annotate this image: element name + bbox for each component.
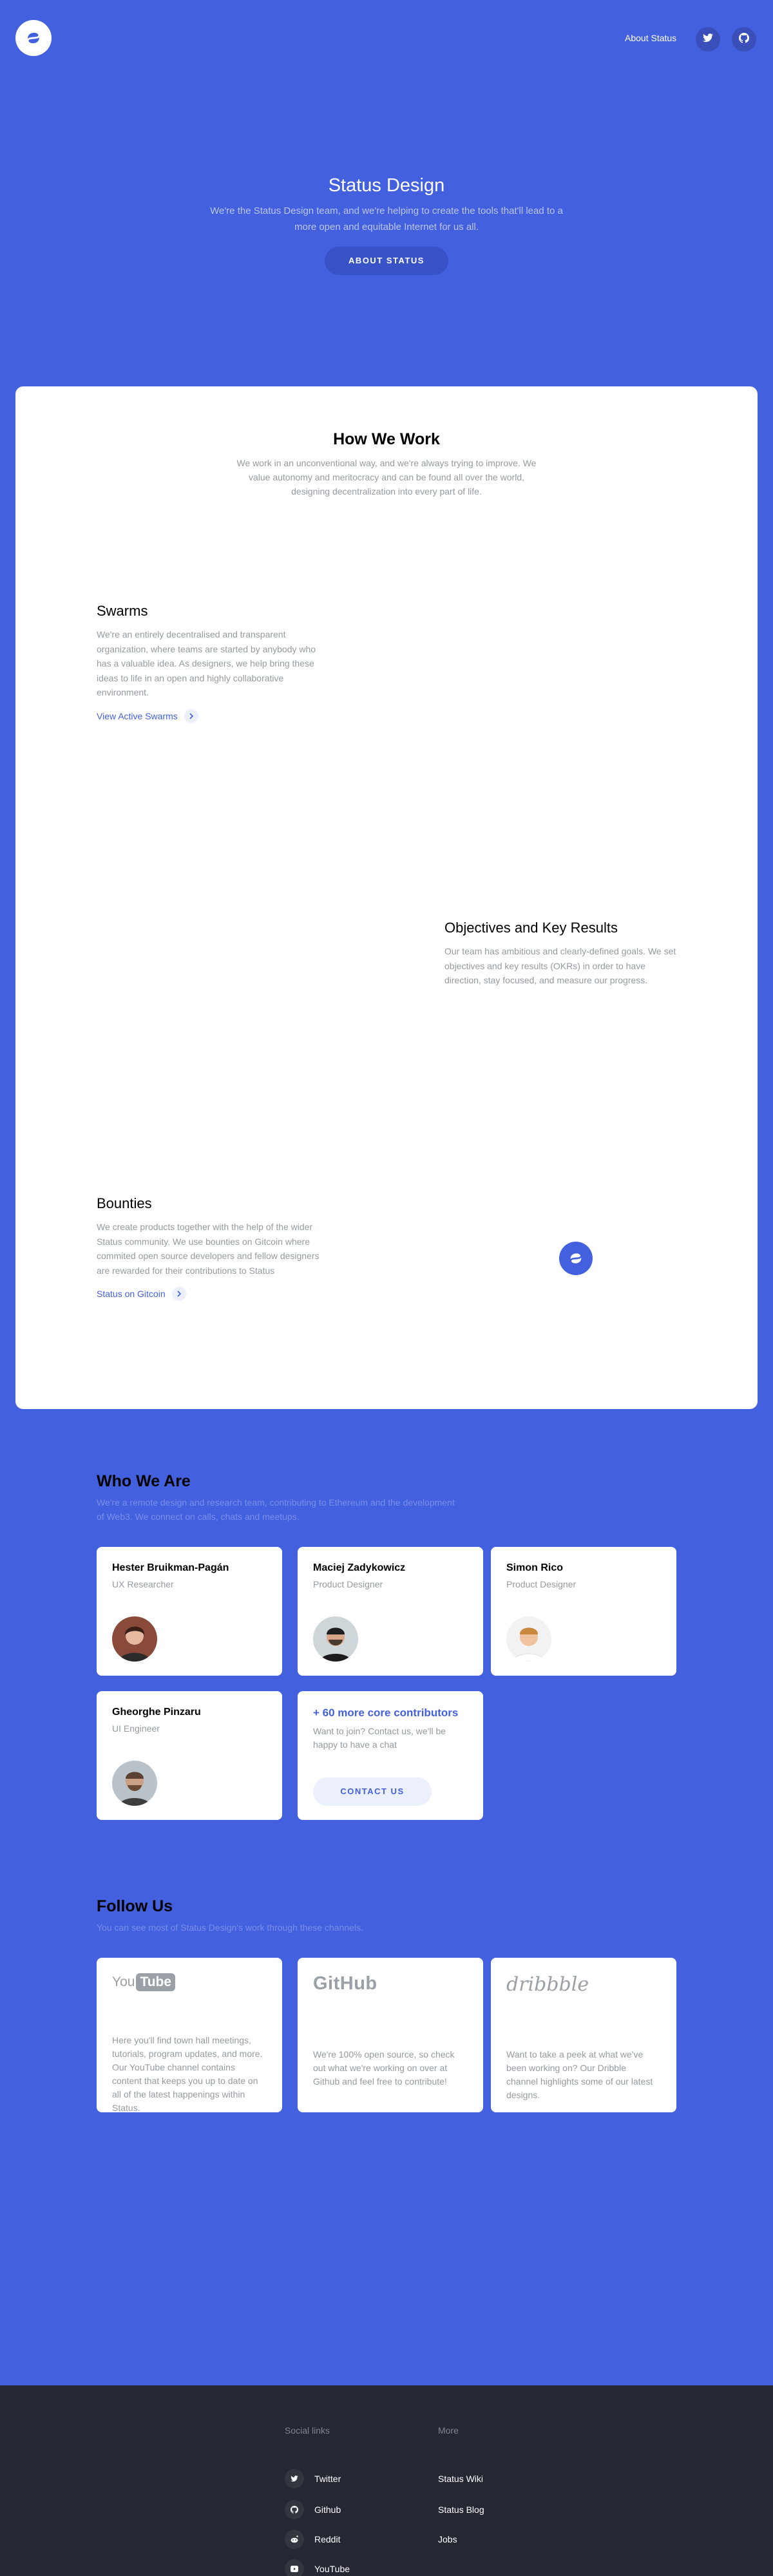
team-member-card: Simon Rico Product Designer <box>491 1547 676 1676</box>
footer-status-wiki-link[interactable]: Status Wiki <box>438 2474 483 2484</box>
chevron-right-icon <box>171 1287 186 1301</box>
youtube-card[interactable]: You Tube Here you'll find town hall meeti… <box>97 1958 282 2113</box>
follow-us-subtitle: You can see most of Status Design's work… <box>97 1922 363 1933</box>
member-role: Product Designer <box>313 1579 383 1589</box>
team-member-card: Gheorghe Pinzaru UI Engineer <box>97 1691 282 1820</box>
about-status-button[interactable]: ABOUT STATUS <box>325 247 448 275</box>
footer-social-title: Social links <box>285 2425 330 2436</box>
feature-swarms: Swarms We're an entirely decentralised a… <box>97 603 329 723</box>
feature-title: Objectives and Key Results <box>444 920 618 936</box>
avatar <box>112 1761 157 1806</box>
footer-status-blog-link[interactable]: Status Blog <box>438 2505 484 2515</box>
hero-title: Status Design <box>328 175 445 196</box>
link-label: Status on Gitcoin <box>97 1289 166 1299</box>
footer-link-label: YouTube <box>314 2564 350 2574</box>
github-logo: GitHub <box>313 1973 377 1994</box>
how-we-work-subtitle: We work in an unconventional way, and we… <box>236 458 537 497</box>
member-role: UI Engineer <box>112 1723 160 1734</box>
feature-bounties: Bounties We create products together wit… <box>97 1195 329 1301</box>
footer-youtube-link[interactable]: YouTube <box>285 2559 350 2576</box>
feature-okrs: Objectives and Key Results Our team has … <box>444 920 676 988</box>
twitter-icon <box>703 33 713 46</box>
member-role: Product Designer <box>506 1579 577 1589</box>
youtube-icon <box>285 2559 304 2576</box>
github-card[interactable]: GitHub We're 100% open source, so check … <box>298 1958 483 2112</box>
dribbble-logo: dribbble <box>506 1973 589 1996</box>
github-icon <box>739 32 749 46</box>
team-member-card: Maciej Zadykowicz Product Designer <box>298 1547 483 1676</box>
status-logo-icon[interactable] <box>15 20 52 56</box>
status-on-gitcoin-link[interactable]: Status on Gitcoin <box>97 1287 186 1301</box>
footer-twitter-link[interactable]: Twitter <box>285 2469 341 2488</box>
reddit-icon <box>285 2530 304 2549</box>
avatar <box>112 1616 157 1662</box>
hero-subtitle: We're the Status Design team, and we're … <box>210 205 563 232</box>
avatar <box>313 1616 358 1662</box>
site-footer: Social links More Twitter Github Reddit … <box>0 2385 773 2576</box>
site-header: About Status <box>0 0 773 77</box>
feature-text: Our team has ambitious and clearly-defin… <box>444 946 676 985</box>
avatar <box>506 1616 551 1662</box>
member-name: Maciej Zadykowicz <box>313 1562 406 1573</box>
channel-description: We're 100% open source, so check out wha… <box>313 2049 455 2087</box>
channel-description: Here you'll find town hall meetings, tut… <box>112 2035 263 2113</box>
twitter-icon <box>285 2469 304 2488</box>
contact-us-button[interactable]: CONTACT US <box>313 1777 432 1806</box>
dribbble-card[interactable]: dribbble Want to take a peek at what we'… <box>491 1958 676 2112</box>
more-contributors-text: Want to join? Contact us, we'll be happy… <box>313 1726 446 1750</box>
team-member-card: Hester Bruikman-Pagán UX Researcher <box>97 1547 282 1676</box>
status-logo-icon <box>559 1242 593 1275</box>
footer-link-label: Github <box>314 2505 341 2515</box>
feature-text: We create products together with the hel… <box>97 1222 320 1276</box>
chevron-right-icon <box>184 708 198 723</box>
youtube-logo: You Tube <box>112 1973 267 1991</box>
footer-reddit-link[interactable]: Reddit <box>285 2530 340 2549</box>
twitter-button[interactable] <box>696 27 720 52</box>
footer-github-link[interactable]: Github <box>285 2500 341 2519</box>
feature-text: We're an entirely decentralised and tran… <box>97 629 316 697</box>
footer-link-label: Reddit <box>314 2534 341 2544</box>
footer-jobs-link[interactable]: Jobs <box>438 2534 457 2544</box>
link-label: View Active Swarms <box>97 710 178 721</box>
who-we-are-subtitle: We're a remote design and research team,… <box>97 1497 455 1522</box>
how-we-work-card: How We Work We work in an unconventional… <box>15 386 758 1409</box>
member-name: Gheorghe Pinzaru <box>112 1707 201 1718</box>
who-we-are-title: Who We Are <box>97 1472 191 1490</box>
github-button[interactable] <box>732 27 756 52</box>
github-icon <box>285 2500 304 2519</box>
member-role: UX Researcher <box>112 1579 174 1589</box>
member-name: Hester Bruikman-Pagán <box>112 1562 229 1573</box>
hero-section: Status Design We're the Status Design te… <box>0 175 773 275</box>
more-contributors-title: + 60 more core contributors <box>313 1707 459 1719</box>
more-contributors-card: + 60 more core contributors Want to join… <box>298 1691 483 1820</box>
view-active-swarms-link[interactable]: View Active Swarms <box>97 708 198 723</box>
footer-more-title: More <box>438 2425 459 2436</box>
feature-title: Swarms <box>97 603 148 619</box>
follow-us-title: Follow Us <box>97 1897 173 1915</box>
footer-link-label: Twitter <box>314 2474 341 2484</box>
member-name: Simon Rico <box>506 1562 564 1573</box>
feature-title: Bounties <box>97 1195 152 1211</box>
channel-description: Want to take a peek at what we've been w… <box>506 2049 653 2100</box>
how-we-work-title: How We Work <box>333 430 440 448</box>
nav-about-status-link[interactable]: About Status <box>625 33 676 43</box>
